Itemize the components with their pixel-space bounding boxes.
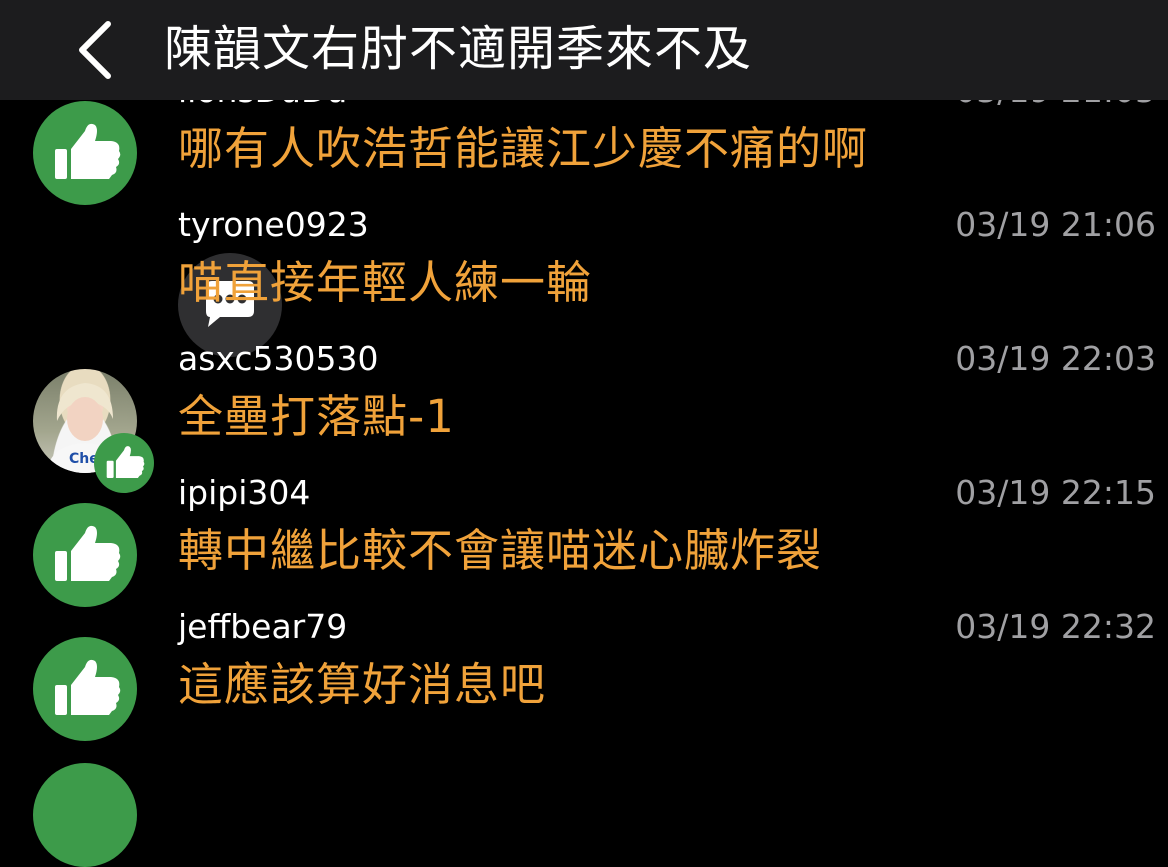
next-comment-avatar	[33, 763, 137, 867]
comment-text: 全壘打落點-1	[178, 390, 455, 443]
comment-timestamp: 03/19 22:03	[955, 339, 1156, 378]
back-button[interactable]	[62, 14, 126, 86]
comment-text: 哪有人吹浩哲能讓江少慶不痛的啊	[178, 122, 869, 175]
comment-item[interactable]: tyrone0923 03/19 21:06 喵直接年輕人練一輪	[0, 205, 1168, 357]
comment-username[interactable]: asxc530530	[178, 339, 378, 379]
chevron-left-icon	[79, 21, 111, 79]
comment-item[interactable]: ipipi304 03/19 22:15 轉中繼比較不會讓喵迷心臟炸裂	[0, 473, 1168, 607]
comment-timestamp: 03/19 21:06	[955, 205, 1156, 244]
comment-username[interactable]: jeffbear79	[178, 607, 347, 647]
comment-text: 轉中繼比較不會讓喵迷心臟炸裂	[178, 524, 823, 577]
comment-item[interactable]: Che asxc530530 03/19 22:03 全壘打落點-1	[0, 339, 1168, 493]
navigation-bar: 陳韻文右肘不適開季來不及	[0, 0, 1168, 100]
comment-timestamp: 03/19 22:15	[955, 473, 1156, 512]
thumbs-up-icon	[33, 101, 137, 205]
comment-item[interactable]: jeffbear79 03/19 22:32 這應該算好消息吧	[0, 607, 1168, 741]
comment-text: 喵直接年輕人練一輪	[178, 256, 593, 309]
thumbs-up-icon	[33, 503, 137, 607]
thumbs-up-icon	[33, 637, 137, 741]
comment-timestamp: 03/19 22:32	[955, 607, 1156, 646]
comment-username[interactable]: tyrone0923	[178, 205, 369, 245]
comment-list: lionsDuDu 03/19 21:05 哪有人吹浩哲能讓江少慶不痛的啊 ty…	[0, 0, 1168, 867]
page-title: 陳韻文右肘不適開季來不及	[164, 21, 753, 77]
comment-text: 這應該算好消息吧	[178, 658, 547, 711]
comment-username[interactable]: ipipi304	[178, 473, 310, 513]
